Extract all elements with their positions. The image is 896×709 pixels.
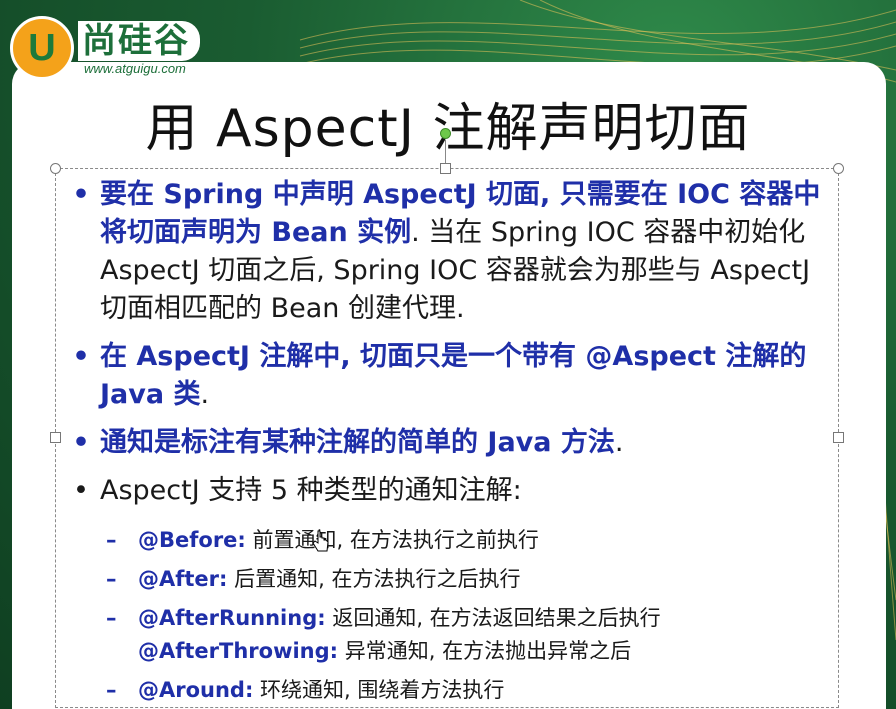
bullet-text: AspectJ 支持 5 种类型的通知注解: bbox=[100, 475, 522, 506]
logo-name: 尚硅谷 bbox=[78, 20, 200, 61]
slide-body[interactable]: • 要在 Spring 中声明 AspectJ 切面, 只需要在 IOC 容器中… bbox=[62, 172, 832, 707]
logo: U 尚硅谷 www.atguigu.com bbox=[10, 16, 200, 80]
bullet-item: • AspectJ 支持 5 种类型的通知注解: bbox=[62, 472, 832, 510]
bullet-item: • 要在 Spring 中声明 AspectJ 切面, 只需要在 IOC 容器中… bbox=[62, 176, 832, 328]
bullet-dot: • bbox=[72, 341, 90, 372]
logo-text: 尚硅谷 www.atguigu.com bbox=[78, 20, 200, 76]
bullet-text: . bbox=[614, 427, 624, 458]
sub-dash: – bbox=[106, 567, 117, 591]
bullet-dot: • bbox=[72, 427, 90, 458]
annotation-desc: 返回通知, 在方法返回结果之后执行 bbox=[325, 606, 661, 630]
hand-cursor-icon bbox=[312, 530, 329, 552]
annotation-label: @Before: bbox=[138, 528, 246, 552]
bullet-dot: • bbox=[73, 475, 89, 506]
annotation-label: @After: bbox=[138, 567, 228, 591]
sub-dash: – bbox=[106, 528, 117, 552]
resize-handle-right[interactable] bbox=[833, 432, 844, 443]
resize-handle-top-right[interactable] bbox=[833, 163, 844, 174]
sub-item-afterthrowing: @AfterThrowing: 异常通知, 在方法抛出异常之后 bbox=[106, 635, 832, 668]
rotation-handle[interactable] bbox=[440, 128, 451, 139]
annotation-desc: 异常通知, 在方法抛出异常之后 bbox=[338, 639, 632, 663]
annotation-desc: 前置通知, 在方法执行之前执行 bbox=[245, 528, 539, 552]
annotation-label: @AfterRunning: bbox=[138, 606, 326, 630]
sub-item-around: – @Around: 环绕通知, 围绕着方法执行 bbox=[106, 674, 832, 707]
sub-dash bbox=[106, 635, 138, 668]
annotation-desc: 环绕通知, 围绕着方法执行 bbox=[253, 678, 505, 702]
annotation-label: @Around: bbox=[138, 678, 254, 702]
sub-item-before: – @Before: 前置通知, 在方法执行之前执行 bbox=[106, 524, 832, 557]
slide-title[interactable]: 用 AspectJ 注解声明切面 bbox=[0, 86, 896, 161]
bullet-item: • 在 AspectJ 注解中, 切面只是一个带有 @Aspect 注解的 Ja… bbox=[62, 338, 832, 414]
sub-item-afterrunning: – @AfterRunning: 返回通知, 在方法返回结果之后执行 bbox=[106, 602, 832, 635]
annotation-desc: 后置通知, 在方法执行之后执行 bbox=[227, 567, 521, 591]
logo-badge: U bbox=[10, 16, 74, 80]
bullet-item: • 通知是标注有某种注解的简单的 Java 方法. bbox=[62, 424, 832, 462]
resize-handle-top-left[interactable] bbox=[50, 163, 61, 174]
sub-item-after: – @After: 后置通知, 在方法执行之后执行 bbox=[106, 563, 832, 596]
sub-dash: – bbox=[106, 606, 117, 630]
sub-dash: – bbox=[106, 678, 117, 702]
annotation-label: @AfterThrowing: bbox=[138, 639, 339, 663]
bullet-emphasis: 通知是标注有某种注解的简单的 Java 方法 bbox=[100, 427, 615, 458]
resize-handle-left[interactable] bbox=[50, 432, 61, 443]
bullet-text: . bbox=[200, 379, 210, 410]
bullet-dot: • bbox=[72, 179, 90, 210]
logo-url: www.atguigu.com bbox=[84, 60, 186, 76]
